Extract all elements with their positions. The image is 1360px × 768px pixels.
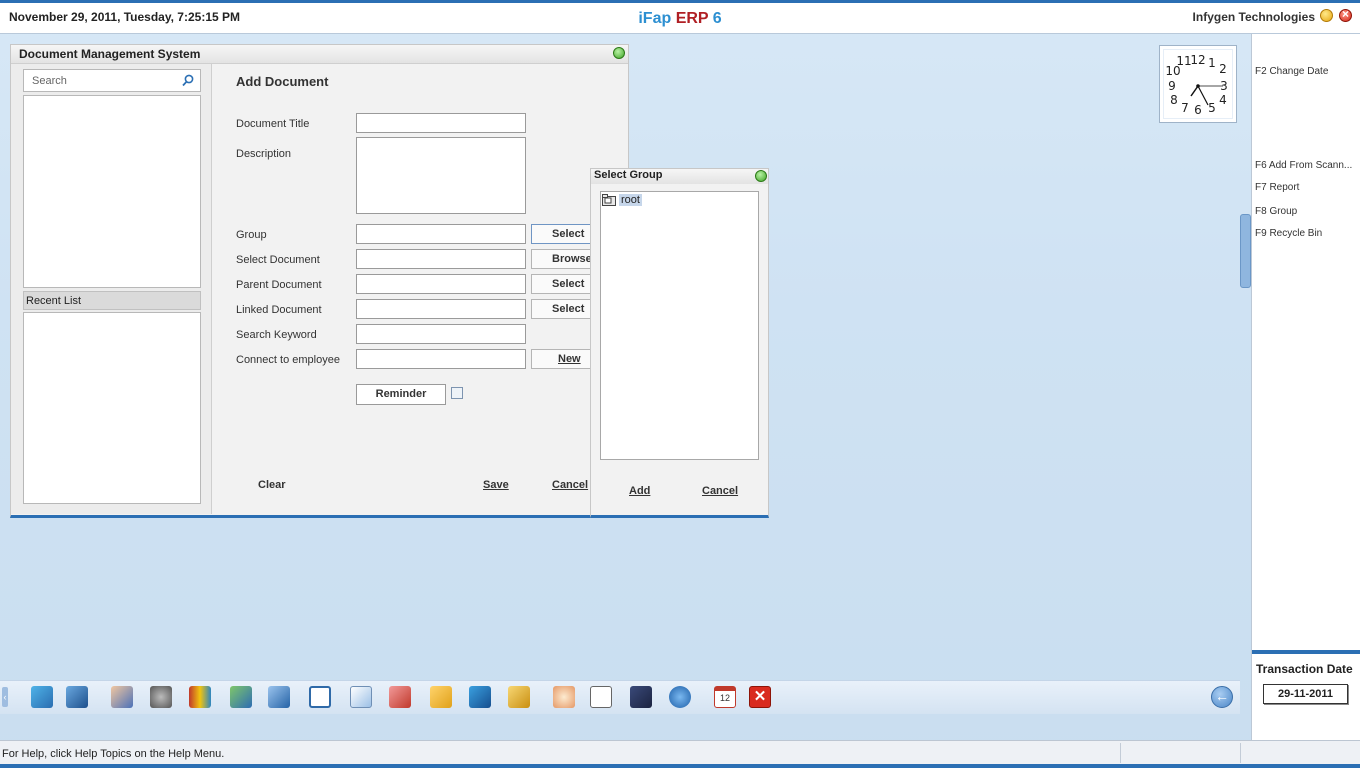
- company-name: Infygen Technologies: [1192, 10, 1315, 24]
- svg-text:12: 12: [1190, 53, 1205, 67]
- svg-text:5: 5: [1208, 101, 1216, 115]
- app-title: iFap ERP 6: [638, 10, 722, 27]
- select-group-dialog: Select Group root Add Cancel: [590, 168, 769, 518]
- connect-employee-input[interactable]: [356, 349, 526, 369]
- search-keyword-label: Search Keyword: [236, 329, 317, 341]
- svg-text:1: 1: [1208, 56, 1216, 70]
- search-keyword-input[interactable]: [356, 324, 526, 344]
- dms-title-bar: Document Management System: [11, 45, 628, 64]
- cancel-group-button[interactable]: Cancel: [702, 485, 738, 497]
- folder-tree-icon[interactable]: [430, 686, 452, 708]
- f9-recycle-bin[interactable]: F9 Recycle Bin: [1255, 228, 1322, 239]
- tree-node-label: root: [619, 194, 642, 206]
- f8-group[interactable]: F8 Group: [1255, 206, 1297, 217]
- reminder-checkbox[interactable]: [451, 387, 463, 399]
- box-icon[interactable]: [508, 686, 530, 708]
- transfer-icon[interactable]: [268, 686, 290, 708]
- exit-icon[interactable]: ✕: [749, 686, 771, 708]
- minimize-button[interactable]: [1320, 9, 1333, 22]
- connect-employee-label: Connect to employee: [236, 354, 340, 366]
- module-taskbar: ‹ 12 ✕ ←: [0, 680, 1240, 714]
- search-placeholder: Search: [32, 75, 67, 87]
- close-app-button[interactable]: [1339, 7, 1352, 22]
- group-tree[interactable]: root: [600, 191, 759, 460]
- window-icon[interactable]: [309, 686, 331, 708]
- transaction-date-label: Transaction Date: [1256, 662, 1353, 676]
- svg-text:8: 8: [1170, 93, 1178, 107]
- select-document-input[interactable]: [356, 249, 526, 269]
- taskbar-scroll-left-icon[interactable]: ‹: [2, 687, 8, 707]
- linked-document-input[interactable]: [356, 299, 526, 319]
- svg-text:6: 6: [1194, 103, 1202, 117]
- sales-icon[interactable]: [31, 686, 53, 708]
- recent-list-header: Recent List: [23, 291, 201, 310]
- calendar-icon[interactable]: 12: [714, 686, 736, 708]
- back-arrow-icon[interactable]: ←: [1211, 686, 1233, 708]
- search-input[interactable]: Search: [23, 69, 201, 92]
- help-text: For Help, click Help Topics on the Help …: [2, 748, 225, 760]
- select-group-title: Select Group: [594, 169, 663, 181]
- svg-text:2: 2: [1219, 62, 1227, 76]
- calculator-icon[interactable]: [553, 686, 575, 708]
- dms-window-title: Document Management System: [19, 47, 201, 61]
- books-icon[interactable]: [189, 686, 211, 708]
- recent-list[interactable]: [23, 312, 201, 504]
- document-title-label: Document Title: [236, 118, 310, 130]
- folder-icon: [602, 194, 617, 210]
- status-separator: [1240, 743, 1241, 763]
- select-document-label: Select Document: [236, 254, 320, 266]
- description-label: Description: [236, 148, 292, 160]
- gear-icon[interactable]: [669, 686, 691, 708]
- f6-add-from-scanner[interactable]: F6 Add From Scann...: [1255, 160, 1352, 171]
- cancel-button[interactable]: Cancel: [552, 479, 588, 491]
- analog-clock: 12 1 2 345 678 9 10 11: [1159, 45, 1237, 123]
- bottom-strip: [0, 764, 1360, 768]
- search-icon[interactable]: [182, 74, 194, 90]
- add-group-button[interactable]: Add: [629, 485, 650, 497]
- dms-left-column: Search Recent List: [11, 64, 212, 514]
- parent-document-label: Parent Document: [236, 279, 322, 291]
- panel-collapse-handle[interactable]: [1240, 214, 1251, 288]
- panel-divider: [1252, 650, 1360, 654]
- save-icon[interactable]: [630, 686, 652, 708]
- select-group-title-bar: Select Group: [591, 169, 768, 184]
- title-bar: November 29, 2011, Tuesday, 7:25:15 PM i…: [0, 0, 1360, 34]
- svg-text:9: 9: [1168, 79, 1176, 93]
- settings-icon[interactable]: [150, 686, 172, 708]
- dms-window-control-button[interactable]: [613, 47, 625, 59]
- group-input[interactable]: [356, 224, 526, 244]
- document-icon[interactable]: [350, 686, 372, 708]
- svg-text:11: 11: [1176, 54, 1191, 68]
- dms-window: Document Management System Search Recent…: [10, 44, 629, 518]
- status-separator: [1120, 743, 1121, 763]
- svg-text:4: 4: [1219, 93, 1227, 107]
- select-group-control-button[interactable]: [755, 170, 767, 182]
- reminder-button[interactable]: Reminder: [356, 384, 446, 405]
- group-label: Group: [236, 229, 267, 241]
- description-textarea[interactable]: [356, 137, 526, 214]
- parent-document-input[interactable]: [356, 274, 526, 294]
- status-bar: For Help, click Help Topics on the Help …: [0, 740, 1360, 765]
- chart-icon[interactable]: [389, 686, 411, 708]
- form-title: Add Document: [236, 74, 329, 89]
- document-title-input[interactable]: [356, 113, 526, 133]
- linked-document-label: Linked Document: [236, 304, 322, 316]
- transaction-date-field[interactable]: 29-11-2011: [1263, 684, 1348, 704]
- employee-icon[interactable]: [111, 686, 133, 708]
- f2-change-date[interactable]: F2 Change Date: [1255, 66, 1328, 77]
- clock-face-icon: 12 1 2 345 678 91011: [1164, 50, 1232, 118]
- cart-icon[interactable]: [230, 686, 252, 708]
- svg-text:7: 7: [1181, 101, 1189, 115]
- shortcut-panel: F2 Change Date F6 Add From Scann... F7 R…: [1251, 34, 1360, 740]
- clear-button[interactable]: Clear: [258, 479, 286, 491]
- cleaning-icon[interactable]: [66, 686, 88, 708]
- sheet-icon[interactable]: [590, 686, 612, 708]
- save-button[interactable]: Save: [483, 479, 509, 491]
- f7-report[interactable]: F7 Report: [1255, 182, 1299, 193]
- document-list[interactable]: [23, 95, 201, 288]
- network-icon[interactable]: [469, 686, 491, 708]
